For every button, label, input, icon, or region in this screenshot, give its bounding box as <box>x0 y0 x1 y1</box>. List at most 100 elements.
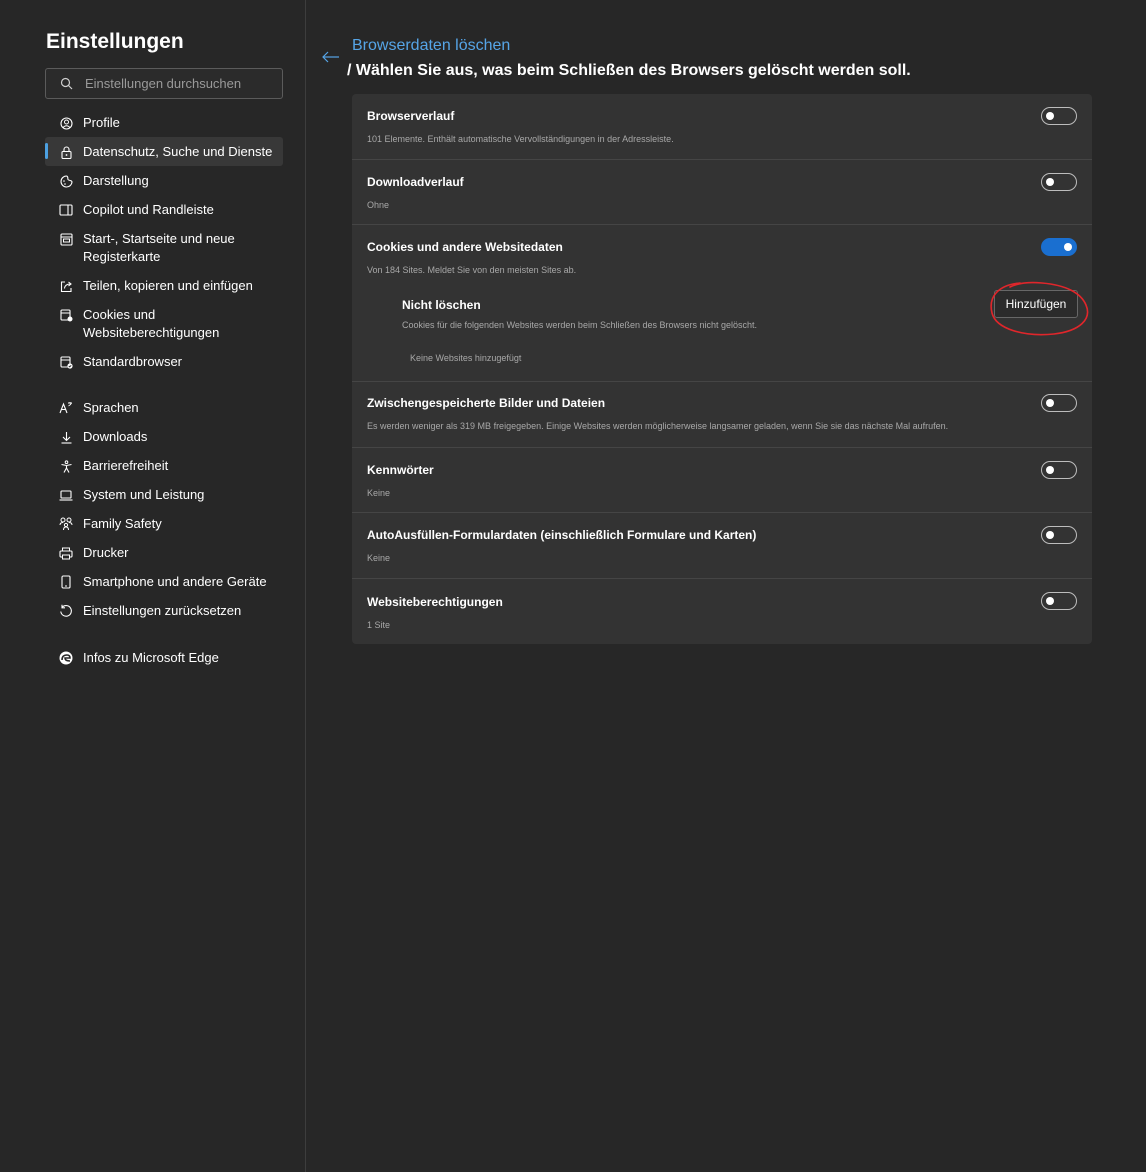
sidebar-item-label: Infos zu Microsoft Edge <box>83 650 219 665</box>
toggle-knob <box>1046 531 1054 539</box>
sidebar-item-label: Family Safety <box>83 516 162 531</box>
exceptions-empty-text: Keine Websites hinzugefügt <box>410 353 522 363</box>
sidebar-item-appearance[interactable]: Darstellung <box>45 172 283 190</box>
cookies-icon <box>59 308 73 322</box>
default-browser-icon <box>59 355 73 369</box>
setting-title: Zwischengespeicherte Bilder und Dateien <box>367 396 606 410</box>
sidebar-item-copilot[interactable]: Copilot und Randleiste <box>45 201 283 219</box>
toggle-knob <box>1046 466 1054 474</box>
sidebar-item-label: Profile <box>83 115 120 130</box>
toggle-knob <box>1046 399 1054 407</box>
sidebar-item-about[interactable]: Infos zu Microsoft Edge <box>45 649 283 667</box>
sidebar-item-label: Barrierefreiheit <box>83 458 169 473</box>
toggle-site-permissions[interactable] <box>1041 592 1077 610</box>
setting-description: Es werden weniger als 319 MB freigegeben… <box>367 421 949 431</box>
laptop-icon <box>59 488 73 502</box>
sidebar-item-label: Drucker <box>83 545 129 560</box>
sidebar-item-default-browser[interactable]: Standardbrowser <box>45 353 283 371</box>
sidebar-item-languages[interactable]: Sprachen <box>45 399 283 417</box>
toggle-download-history[interactable] <box>1041 173 1077 191</box>
sidebar-item-label: Sprachen <box>83 400 139 415</box>
toggle-browser-history[interactable] <box>1041 107 1077 125</box>
sidebar-item-profile[interactable]: Profile <box>45 114 283 132</box>
page-title: / Wählen Sie aus, was beim Schließen des… <box>347 62 911 79</box>
setting-row-cookies: Cookies und andere Websitedaten Von 184 … <box>352 225 1092 382</box>
toggle-knob <box>1046 597 1054 605</box>
sidebar-item-phone[interactable]: Smartphone und andere Geräte <box>45 573 283 591</box>
toggle-cached-files[interactable] <box>1041 394 1077 412</box>
exceptions-title: Nicht löschen <box>402 298 481 312</box>
sidebar-item-family[interactable]: Family Safety <box>45 515 283 533</box>
toggle-cookies[interactable] <box>1041 238 1077 256</box>
profile-icon <box>59 116 73 130</box>
accessibility-icon <box>59 459 73 473</box>
add-exception-button[interactable]: Hinzufügen <box>994 290 1078 318</box>
setting-title: Kennwörter <box>367 463 434 477</box>
setting-row-site-permissions: Websiteberechtigungen 1 Site <box>352 579 1092 644</box>
sidebar-item-start[interactable]: Start-, Startseite und neue Registerkart… <box>45 230 283 266</box>
sidebar-item-share[interactable]: Teilen, kopieren und einfügen <box>45 277 283 295</box>
sidebar-item-printer[interactable]: Drucker <box>45 544 283 562</box>
setting-title: Downloadverlauf <box>367 175 464 189</box>
sidebar-item-label: Copilot und Randleiste <box>83 202 214 217</box>
sidebar-item-privacy[interactable]: Datenschutz, Suche und Dienste <box>45 137 283 166</box>
sidebar-item-label: Downloads <box>83 429 148 444</box>
sidebar-item-label: Standardbrowser <box>83 354 182 369</box>
sidebar-item-accessibility[interactable]: Barrierefreiheit <box>45 457 283 475</box>
sidebar-item-label: Datenschutz, Suche und Dienste <box>83 144 273 159</box>
toggle-passwords[interactable] <box>1041 461 1077 479</box>
setting-row-browser-history: Browserverlauf 101 Elemente. Enthält aut… <box>352 94 1092 160</box>
setting-title: AutoAusfüllen-Formulardaten (einschließl… <box>367 528 757 542</box>
sidebar-item-label: Start-, Startseite und neue Registerkart… <box>83 231 235 264</box>
breadcrumb-link[interactable]: Browserdaten löschen <box>352 37 510 55</box>
phone-icon <box>59 575 73 589</box>
appearance-icon <box>59 174 73 188</box>
toggle-knob <box>1046 112 1054 120</box>
download-icon <box>59 430 73 444</box>
arrow-left-icon <box>322 51 339 63</box>
active-indicator <box>45 143 48 159</box>
lock-icon <box>59 145 73 159</box>
setting-description: Keine <box>367 553 391 563</box>
sidebar-item-label: Cookies und Websiteberechtigungen <box>83 307 220 340</box>
sidebar-item-label: Einstellungen zurücksetzen <box>83 603 242 618</box>
setting-row-autofill: AutoAusfüllen-Formulardaten (einschließl… <box>352 513 1092 579</box>
settings-card: Browserverlauf 101 Elemente. Enthält aut… <box>352 94 1092 644</box>
setting-title: Websiteberechtigungen <box>367 595 503 609</box>
setting-description: Keine <box>367 488 391 498</box>
edge-logo-icon <box>59 651 73 665</box>
setting-row-download-history: Downloadverlauf Ohne <box>352 160 1092 225</box>
sidebar-item-cookies[interactable]: Cookies und Websiteberechtigungen <box>45 306 283 342</box>
search-icon <box>60 77 73 90</box>
exceptions-description: Cookies für die folgenden Websites werde… <box>402 320 758 330</box>
toggle-knob <box>1064 243 1072 251</box>
setting-title: Browserverlauf <box>367 109 455 123</box>
sidebar-item-label: Teilen, kopieren und einfügen <box>83 278 253 293</box>
sidebar-title: Einstellungen <box>46 30 184 53</box>
search-box[interactable] <box>45 68 283 99</box>
toggle-autofill[interactable] <box>1041 526 1077 544</box>
settings-sidebar: Einstellungen Profile Datenschutz, Suche… <box>0 0 306 1172</box>
setting-row-cached-files: Zwischengespeicherte Bilder und Dateien … <box>352 382 1092 448</box>
sidebar-panel-icon <box>59 203 73 217</box>
back-button[interactable] <box>322 50 340 68</box>
setting-row-passwords: Kennwörter Keine <box>352 448 1092 513</box>
reset-icon <box>59 604 73 618</box>
printer-icon <box>59 546 73 560</box>
sidebar-item-label: Darstellung <box>83 173 149 188</box>
sidebar-item-reset[interactable]: Einstellungen zurücksetzen <box>45 602 283 620</box>
search-input[interactable] <box>83 75 267 92</box>
setting-description: Von 184 Sites. Meldet Sie von den meiste… <box>367 265 577 275</box>
family-icon <box>59 517 73 531</box>
setting-description: Ohne <box>367 200 390 210</box>
language-icon <box>59 401 73 415</box>
toggle-knob <box>1046 178 1054 186</box>
sidebar-item-system[interactable]: System und Leistung <box>45 486 283 504</box>
home-icon <box>59 232 73 246</box>
sidebar-item-label: Smartphone und andere Geräte <box>83 574 267 589</box>
setting-description: 101 Elemente. Enthält automatische Vervo… <box>367 134 674 144</box>
sidebar-item-label: System und Leistung <box>83 487 205 502</box>
setting-description: 1 Site <box>367 620 391 630</box>
share-icon <box>59 279 73 293</box>
sidebar-item-downloads[interactable]: Downloads <box>45 428 283 446</box>
